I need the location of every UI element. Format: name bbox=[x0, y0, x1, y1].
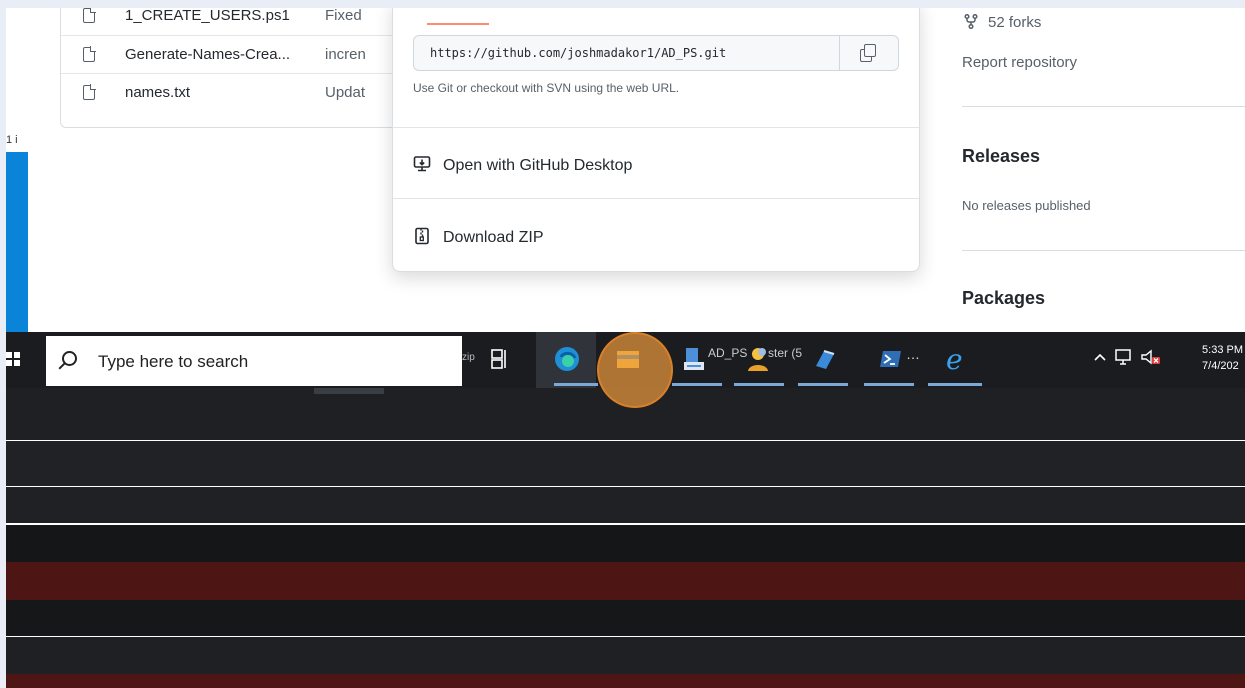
click-highlight-marker bbox=[597, 332, 673, 408]
copy-icon-front bbox=[864, 44, 876, 57]
file-row[interactable]: 1_CREATE_USERS.ps1 Fixed bbox=[61, 8, 431, 35]
clone-dropdown: https://github.com/joshmadakor1/AD_PS.gi… bbox=[392, 8, 920, 272]
running-indicator bbox=[554, 383, 598, 386]
powershell-icon[interactable] bbox=[876, 344, 906, 374]
file-row[interactable]: Generate-Names-Crea... incren bbox=[61, 35, 431, 74]
internet-explorer-icon[interactable]: e bbox=[941, 344, 971, 374]
clock-time: 5:33 PM bbox=[1202, 344, 1243, 356]
remote-desktop-icon[interactable] bbox=[810, 344, 840, 374]
forks-link[interactable]: 52 forks bbox=[964, 13, 1041, 31]
repo-sidebar: 52 forks Report repository Releases No r… bbox=[956, 8, 1245, 332]
taskbar-search-box[interactable]: Type here to search bbox=[46, 336, 462, 386]
windows-icon[interactable] bbox=[6, 352, 20, 366]
system-clock[interactable]: 5:33 PM 7/4/202 bbox=[1202, 342, 1243, 374]
report-repository-link[interactable]: Report repository bbox=[962, 54, 1077, 71]
file-name[interactable]: names.txt bbox=[125, 84, 190, 101]
dark-band bbox=[6, 487, 1245, 523]
running-indicator bbox=[928, 383, 982, 386]
clone-url[interactable]: https://github.com/joshmadakor1/AD_PS.gi… bbox=[430, 46, 726, 60]
fork-icon bbox=[964, 13, 978, 30]
overflow-dots: … bbox=[906, 346, 920, 362]
file-name[interactable]: 1_CREATE_USERS.ps1 bbox=[125, 8, 290, 24]
clock-date: 7/4/202 bbox=[1202, 360, 1239, 372]
divider bbox=[393, 198, 919, 199]
search-icon bbox=[62, 351, 77, 366]
download-zip-button[interactable]: Download ZIP bbox=[413, 227, 544, 247]
releases-empty-text: No releases published bbox=[962, 198, 1091, 213]
divider bbox=[393, 127, 919, 128]
chevron-up-icon[interactable] bbox=[1094, 352, 1106, 362]
github-page: 1_CREATE_USERS.ps1 Fixed Generate-Names-… bbox=[28, 8, 1245, 332]
releases-heading[interactable]: Releases bbox=[962, 146, 1040, 167]
sidebar-divider bbox=[962, 106, 1245, 107]
hidden-window-label: AD_PS bbox=[708, 346, 748, 360]
copy-url-button[interactable] bbox=[839, 36, 898, 70]
file-icon bbox=[83, 46, 96, 62]
packages-heading[interactable]: Packages bbox=[962, 288, 1045, 309]
search-placeholder[interactable]: Type here to search bbox=[98, 352, 248, 372]
volume-muted-icon[interactable] bbox=[1140, 348, 1162, 366]
download-zip-label: Download ZIP bbox=[443, 229, 544, 246]
left-window-blue-edge bbox=[6, 152, 28, 332]
running-indicator bbox=[672, 383, 722, 386]
file-icon bbox=[83, 8, 96, 23]
clone-hint: Use Git or checkout with SVN using the w… bbox=[413, 81, 680, 95]
clone-url-field[interactable]: https://github.com/joshmadakor1/AD_PS.gi… bbox=[413, 35, 899, 71]
forks-count[interactable]: 52 forks bbox=[988, 14, 1041, 31]
network-icon[interactable] bbox=[1114, 348, 1134, 366]
left-window-edge: 1 i bbox=[6, 128, 28, 152]
open-with-desktop-label: Open with GitHub Desktop bbox=[443, 157, 633, 174]
dark-band bbox=[6, 637, 1245, 674]
dark-band bbox=[6, 525, 1245, 562]
dark-band bbox=[6, 441, 1245, 486]
hidden-window-label: zip bbox=[462, 352, 475, 363]
red-band bbox=[6, 674, 1245, 688]
dark-band bbox=[6, 600, 1245, 636]
desktop-icon bbox=[413, 155, 431, 173]
task-view-icon[interactable] bbox=[484, 344, 514, 374]
running-indicator bbox=[798, 383, 848, 386]
server-manager-icon[interactable] bbox=[679, 344, 709, 374]
open-with-desktop-button[interactable]: Open with GitHub Desktop bbox=[413, 155, 632, 175]
red-band bbox=[6, 562, 1245, 600]
hidden-window-label: ster (5 bbox=[768, 346, 803, 360]
running-indicator bbox=[864, 383, 914, 386]
svg-text:e: e bbox=[946, 344, 963, 374]
zip-icon bbox=[413, 227, 431, 245]
edge-icon[interactable] bbox=[552, 344, 582, 374]
file-row[interactable]: names.txt Updat bbox=[61, 73, 431, 112]
commit-message[interactable]: Updat bbox=[325, 84, 365, 101]
commit-message[interactable]: Fixed bbox=[325, 8, 362, 24]
file-icon bbox=[83, 84, 96, 100]
file-list: 1_CREATE_USERS.ps1 Fixed Generate-Names-… bbox=[60, 8, 432, 128]
running-indicator bbox=[734, 383, 784, 386]
commit-message[interactable]: incren bbox=[325, 46, 366, 63]
sidebar-divider bbox=[962, 250, 1245, 251]
file-name[interactable]: Generate-Names-Crea... bbox=[125, 46, 290, 63]
selected-tab-underline bbox=[427, 23, 489, 25]
tooltip-tab bbox=[314, 388, 384, 394]
